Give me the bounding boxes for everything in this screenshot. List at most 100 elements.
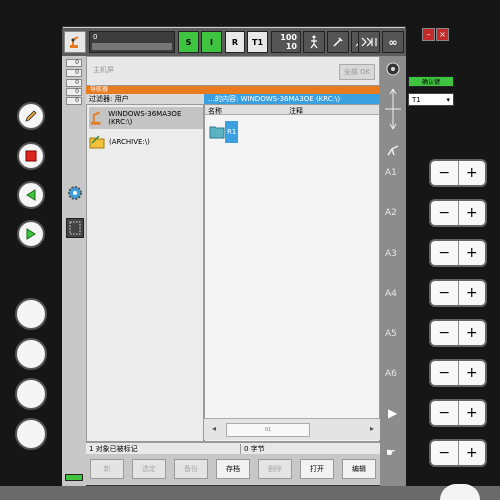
jog-minus[interactable]: − bbox=[431, 161, 459, 185]
tool-icon bbox=[333, 37, 343, 47]
mouse-axis-indicator[interactable] bbox=[382, 86, 404, 132]
hard-key-1[interactable] bbox=[15, 298, 47, 330]
jog-override-value: 10 bbox=[285, 42, 297, 51]
jog-plus[interactable]: + bbox=[459, 281, 486, 305]
jog-key-a3[interactable]: − + bbox=[429, 239, 487, 267]
mode-select[interactable]: T1 ▾ bbox=[408, 93, 454, 106]
jog-minus[interactable]: − bbox=[431, 201, 459, 225]
stop-key[interactable] bbox=[17, 142, 45, 170]
axis-label-a5: A5 bbox=[385, 329, 397, 339]
jog-plus[interactable]: + bbox=[459, 201, 486, 225]
axis-label-a6: A6 bbox=[385, 369, 397, 379]
axis-label-a4: A4 bbox=[385, 289, 397, 299]
override-value: 100 bbox=[280, 33, 297, 42]
selection-count: 1 对象已被标记 bbox=[89, 445, 138, 453]
file-item-r1[interactable]: R1 bbox=[209, 119, 241, 145]
robot-icon bbox=[70, 36, 79, 48]
program-status[interactable]: 0 bbox=[89, 31, 175, 53]
submit-status-button[interactable]: S bbox=[178, 31, 199, 53]
robot-interpreter-button[interactable]: R bbox=[225, 31, 245, 53]
start-backward-key[interactable] bbox=[17, 181, 45, 209]
jog-key-a6[interactable]: − + bbox=[429, 359, 487, 387]
byte-count: 0 字节 bbox=[240, 444, 265, 454]
jog-plus[interactable]: + bbox=[459, 241, 486, 265]
program-override-key[interactable]: − + bbox=[429, 399, 487, 427]
hand-icon: ☛ bbox=[386, 446, 396, 459]
column-name[interactable]: 名称 bbox=[208, 106, 222, 116]
jog-minus[interactable]: − bbox=[431, 281, 459, 305]
robot-arm-icon bbox=[387, 145, 399, 156]
message-placeholder: 主机屏 bbox=[93, 66, 114, 74]
display-button[interactable] bbox=[66, 218, 84, 238]
archive-folder-icon bbox=[89, 135, 105, 149]
main-menu-button[interactable] bbox=[64, 31, 86, 53]
softkey-new[interactable]: 新 bbox=[90, 459, 124, 479]
message-count-4: 0 bbox=[66, 88, 82, 96]
tree-item-krc[interactable]: WINDOWS-36MA3OE (KRC:\) bbox=[89, 107, 203, 129]
jog-minus[interactable]: − bbox=[431, 241, 459, 265]
jog-key-a1[interactable]: − + bbox=[429, 159, 487, 187]
acknowledge-all-button[interactable]: 全部 OK bbox=[339, 64, 375, 80]
jog-minus[interactable]: − bbox=[431, 321, 459, 345]
jog-plus[interactable]: + bbox=[459, 321, 486, 345]
gear-icon bbox=[68, 186, 82, 200]
jog-key-a4[interactable]: − + bbox=[429, 279, 487, 307]
jog-plus[interactable]: + bbox=[459, 401, 486, 425]
jog-plus[interactable]: + bbox=[459, 361, 486, 385]
start-forward-key[interactable] bbox=[17, 220, 45, 248]
robot-drive-icon bbox=[90, 111, 101, 125]
message-count-2: 0 bbox=[66, 69, 82, 77]
hard-key-3[interactable] bbox=[15, 378, 47, 410]
operating-mode-button[interactable]: T1 bbox=[247, 31, 268, 53]
status-line: 1 对象已被标记 0 字节 bbox=[86, 442, 380, 454]
horizontal-scrollbar[interactable]: ◂ 01 ▸ bbox=[204, 418, 380, 440]
mode-select-value: T1 bbox=[412, 96, 421, 104]
file-list: 名称 注释 R1 bbox=[204, 104, 380, 442]
hard-key-2[interactable] bbox=[15, 338, 47, 370]
run-direction-icon: ▶ bbox=[388, 406, 398, 420]
edit-key[interactable] bbox=[17, 102, 45, 130]
scroll-thumb[interactable]: 01 bbox=[226, 423, 310, 437]
filter-label[interactable]: 过滤器: 用户 bbox=[86, 94, 204, 104]
jog-key-a5[interactable]: − + bbox=[429, 319, 487, 347]
softkey-backup[interactable]: 备份 bbox=[174, 459, 208, 479]
jog-minus[interactable]: − bbox=[431, 441, 459, 465]
close-button[interactable]: × bbox=[436, 28, 449, 41]
program-progress-bar bbox=[92, 43, 172, 50]
override-button[interactable]: 100 10 bbox=[271, 31, 301, 53]
left-status-column bbox=[62, 56, 86, 486]
scroll-left-icon[interactable]: ◂ bbox=[212, 424, 216, 433]
softkey-archive[interactable]: 存档 bbox=[216, 459, 250, 479]
jog-override-key[interactable]: − + bbox=[429, 439, 487, 467]
tool-select-button[interactable] bbox=[327, 31, 349, 53]
file-item-label: R1 bbox=[225, 121, 239, 143]
softkey-open[interactable]: 打开 bbox=[300, 459, 334, 479]
confirm-key-button[interactable]: 确认键 bbox=[408, 76, 454, 87]
jog-plus[interactable]: + bbox=[459, 441, 486, 465]
scroll-right-icon[interactable]: ▸ bbox=[370, 424, 374, 433]
tree-item-archive[interactable]: (ARCHIVE:\) bbox=[89, 131, 150, 153]
jog-plus[interactable]: + bbox=[459, 161, 486, 185]
skip-button[interactable] bbox=[358, 31, 380, 53]
softkey-select[interactable]: 选定 bbox=[132, 459, 166, 479]
message-count-5: 0 bbox=[66, 97, 82, 105]
battery-indicator bbox=[65, 474, 83, 481]
jog-key-a2[interactable]: − + bbox=[429, 199, 487, 227]
jog-mode-toggle[interactable] bbox=[386, 143, 402, 157]
infinite-button[interactable]: ∞ bbox=[382, 31, 404, 53]
gear-button[interactable] bbox=[66, 184, 84, 202]
softkey-edit[interactable]: 编辑 bbox=[342, 459, 376, 479]
minimize-button[interactable]: – bbox=[422, 28, 435, 41]
softkey-delete[interactable]: 删除 bbox=[258, 459, 292, 479]
axis-label-a2: A2 bbox=[385, 208, 397, 218]
hard-key-4[interactable] bbox=[15, 418, 47, 450]
space-mouse-button[interactable] bbox=[386, 62, 400, 76]
pendant-bottom-edge bbox=[0, 486, 500, 500]
jog-minus[interactable]: − bbox=[431, 401, 459, 425]
column-comment[interactable]: 注释 bbox=[289, 106, 303, 116]
drives-status-button[interactable]: I bbox=[201, 31, 222, 53]
jog-minus[interactable]: − bbox=[431, 361, 459, 385]
message-window[interactable]: 主机屏 全部 OK bbox=[86, 56, 380, 86]
jog-mode-button[interactable] bbox=[303, 31, 325, 53]
directory-tree: WINDOWS-36MA3OE (KRC:\) (ARCHIVE:\) bbox=[86, 104, 204, 442]
